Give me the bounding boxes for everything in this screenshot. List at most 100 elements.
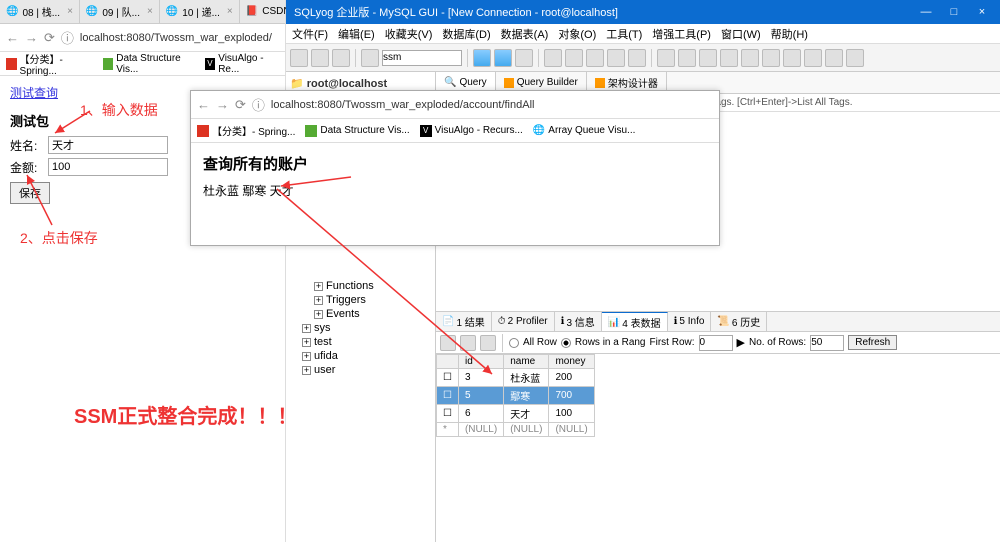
globe-icon: 🌐 (6, 6, 18, 17)
refresh-button[interactable]: Refresh (848, 335, 897, 350)
db-selector[interactable] (382, 50, 462, 66)
tb-stop-icon[interactable] (515, 49, 533, 67)
rt-tabledata[interactable]: 📊 4 表数据 (602, 312, 668, 331)
close-icon[interactable]: × (227, 6, 233, 17)
tb-icon[interactable] (741, 49, 759, 67)
menu-file[interactable]: 文件(F) (292, 26, 328, 42)
bookmark-item[interactable]: Data Structure Vis... (305, 125, 409, 137)
num-rows-input[interactable] (810, 335, 844, 351)
tb-icon[interactable] (607, 49, 625, 67)
schema-icon (595, 78, 605, 88)
back-icon[interactable]: ← (6, 30, 19, 45)
tree-item[interactable]: +Triggers (290, 293, 431, 307)
radio-all[interactable] (509, 338, 519, 348)
table-row[interactable]: ☐6天才100 (437, 405, 595, 423)
bookmark-item[interactable]: VVisuAlgo - Re... (205, 53, 279, 75)
result-toolbar: All Row Rows in a Rang First Row: ▶ No. … (436, 332, 1000, 354)
tree-item[interactable]: +user (290, 363, 431, 377)
bookmark-item[interactable]: 🌐Array Queue Visu... (533, 125, 636, 136)
bookmark-item[interactable]: VVisuAlgo - Recurs... (420, 125, 523, 137)
tb-db-icon[interactable] (361, 49, 379, 67)
reload-icon[interactable]: ⟳ (44, 30, 55, 46)
tree-item[interactable]: +ufida (290, 349, 431, 363)
menu-tools[interactable]: 工具(T) (606, 26, 642, 42)
rt-profiler[interactable]: ⏱ 2 Profiler (492, 312, 555, 331)
rt-history[interactable]: 📜 6 历史 (711, 312, 767, 331)
rt-info2[interactable]: ℹ 5 Info (668, 312, 712, 331)
browser-tab[interactable]: 🌐10 | 递...× (160, 0, 240, 23)
menu-obj[interactable]: 对象(O) (558, 26, 596, 42)
tb-run2-icon[interactable] (494, 49, 512, 67)
menu-fav[interactable]: 收藏夹(V) (385, 26, 433, 42)
test-query-link[interactable]: 测试查询 (10, 86, 58, 100)
bookmarks-bar: 【分类】- Spring... Data Structure Vis... VV… (0, 52, 285, 76)
tree-item[interactable]: +test (290, 335, 431, 349)
toolbar (286, 44, 1000, 72)
table-row-null[interactable]: *(NULL)(NULL)(NULL) (437, 423, 595, 437)
address-bar[interactable]: localhost:8080/Twossm_war_exploded/ (80, 32, 279, 44)
bookmark-item[interactable]: 【分类】- Spring... (6, 51, 93, 77)
minimize-icon[interactable]: — (916, 6, 936, 18)
tree-item[interactable]: +Events (290, 307, 431, 321)
maximize-icon[interactable]: □ (944, 6, 964, 18)
tb-icon[interactable] (846, 49, 864, 67)
tree-item[interactable]: +Functions (290, 279, 431, 293)
info-icon[interactable]: ⓘ (61, 28, 74, 47)
menu-db[interactable]: 数据库(D) (442, 26, 490, 42)
tb-icon[interactable] (565, 49, 583, 67)
tb-icon[interactable] (825, 49, 843, 67)
window-controls: — □ × (916, 6, 992, 18)
first-row-input[interactable] (699, 335, 733, 351)
tb-run-icon[interactable] (473, 49, 491, 67)
tree-root[interactable]: 📁 root@localhost (290, 76, 431, 91)
account-names: 杜永蓝 鄢寒 天才 (203, 182, 707, 199)
rtb-icon[interactable] (480, 335, 496, 351)
tb-icon[interactable] (720, 49, 738, 67)
result-tabs: 📄 1 结果 ⏱ 2 Profiler ℹ 3 信息 📊 4 表数据 ℹ 5 I… (436, 312, 1000, 332)
amount-input[interactable] (48, 158, 168, 176)
bookmark-icon (197, 125, 209, 137)
name-input[interactable] (48, 136, 168, 154)
tb-icon[interactable] (586, 49, 604, 67)
tb-icon[interactable] (628, 49, 646, 67)
tb-icon[interactable] (804, 49, 822, 67)
close-icon[interactable]: × (972, 6, 992, 18)
close-icon[interactable]: × (67, 6, 73, 17)
rtb-icon[interactable] (440, 335, 456, 351)
tb-icon[interactable] (678, 49, 696, 67)
back-icon[interactable]: ← (197, 97, 210, 112)
reload-icon[interactable]: ⟳ (235, 97, 246, 113)
tb-icon[interactable] (762, 49, 780, 67)
tb-save-icon[interactable] (332, 49, 350, 67)
menu-edit[interactable]: 编辑(E) (338, 26, 375, 42)
grid-header: id name money (437, 355, 595, 369)
tb-icon[interactable] (699, 49, 717, 67)
rt-result[interactable]: 📄 1 结果 (436, 312, 492, 331)
save-button[interactable]: 保存 (10, 182, 50, 204)
tb-icon[interactable] (544, 49, 562, 67)
tb-icon[interactable] (657, 49, 675, 67)
bookmark-item[interactable]: 【分类】- Spring... (197, 123, 295, 138)
menu-window[interactable]: 窗口(W) (721, 26, 761, 42)
bookmark-item[interactable]: Data Structure Vis... (103, 53, 195, 75)
tb-open-icon[interactable] (311, 49, 329, 67)
forward-icon[interactable]: → (25, 30, 38, 45)
rt-info[interactable]: ℹ 3 信息 (555, 312, 602, 331)
info-icon[interactable]: ⓘ (252, 95, 265, 114)
popup-address-bar[interactable]: localhost:8080/Twossm_war_exploded/accou… (271, 99, 713, 111)
browser-tab[interactable]: 🌐09 | 队...× (80, 0, 160, 23)
tb-icon[interactable] (783, 49, 801, 67)
tree-item[interactable]: +sys (290, 321, 431, 335)
menu-help[interactable]: 帮助(H) (771, 26, 808, 42)
rtb-icon[interactable] (460, 335, 476, 351)
globe-icon: 🌐 (533, 125, 545, 136)
tb-new-icon[interactable] (290, 49, 308, 67)
browser-tab[interactable]: 🌐08 | 栈...× (0, 0, 80, 23)
close-icon[interactable]: × (147, 6, 153, 17)
radio-range[interactable] (561, 338, 571, 348)
forward-icon[interactable]: → (216, 97, 229, 112)
menu-power[interactable]: 增强工具(P) (652, 26, 711, 42)
menu-table[interactable]: 数据表(A) (501, 26, 549, 42)
table-row[interactable]: ☐3杜永蓝200 (437, 369, 595, 387)
table-row[interactable]: ☐5鄢寒700 (437, 387, 595, 405)
